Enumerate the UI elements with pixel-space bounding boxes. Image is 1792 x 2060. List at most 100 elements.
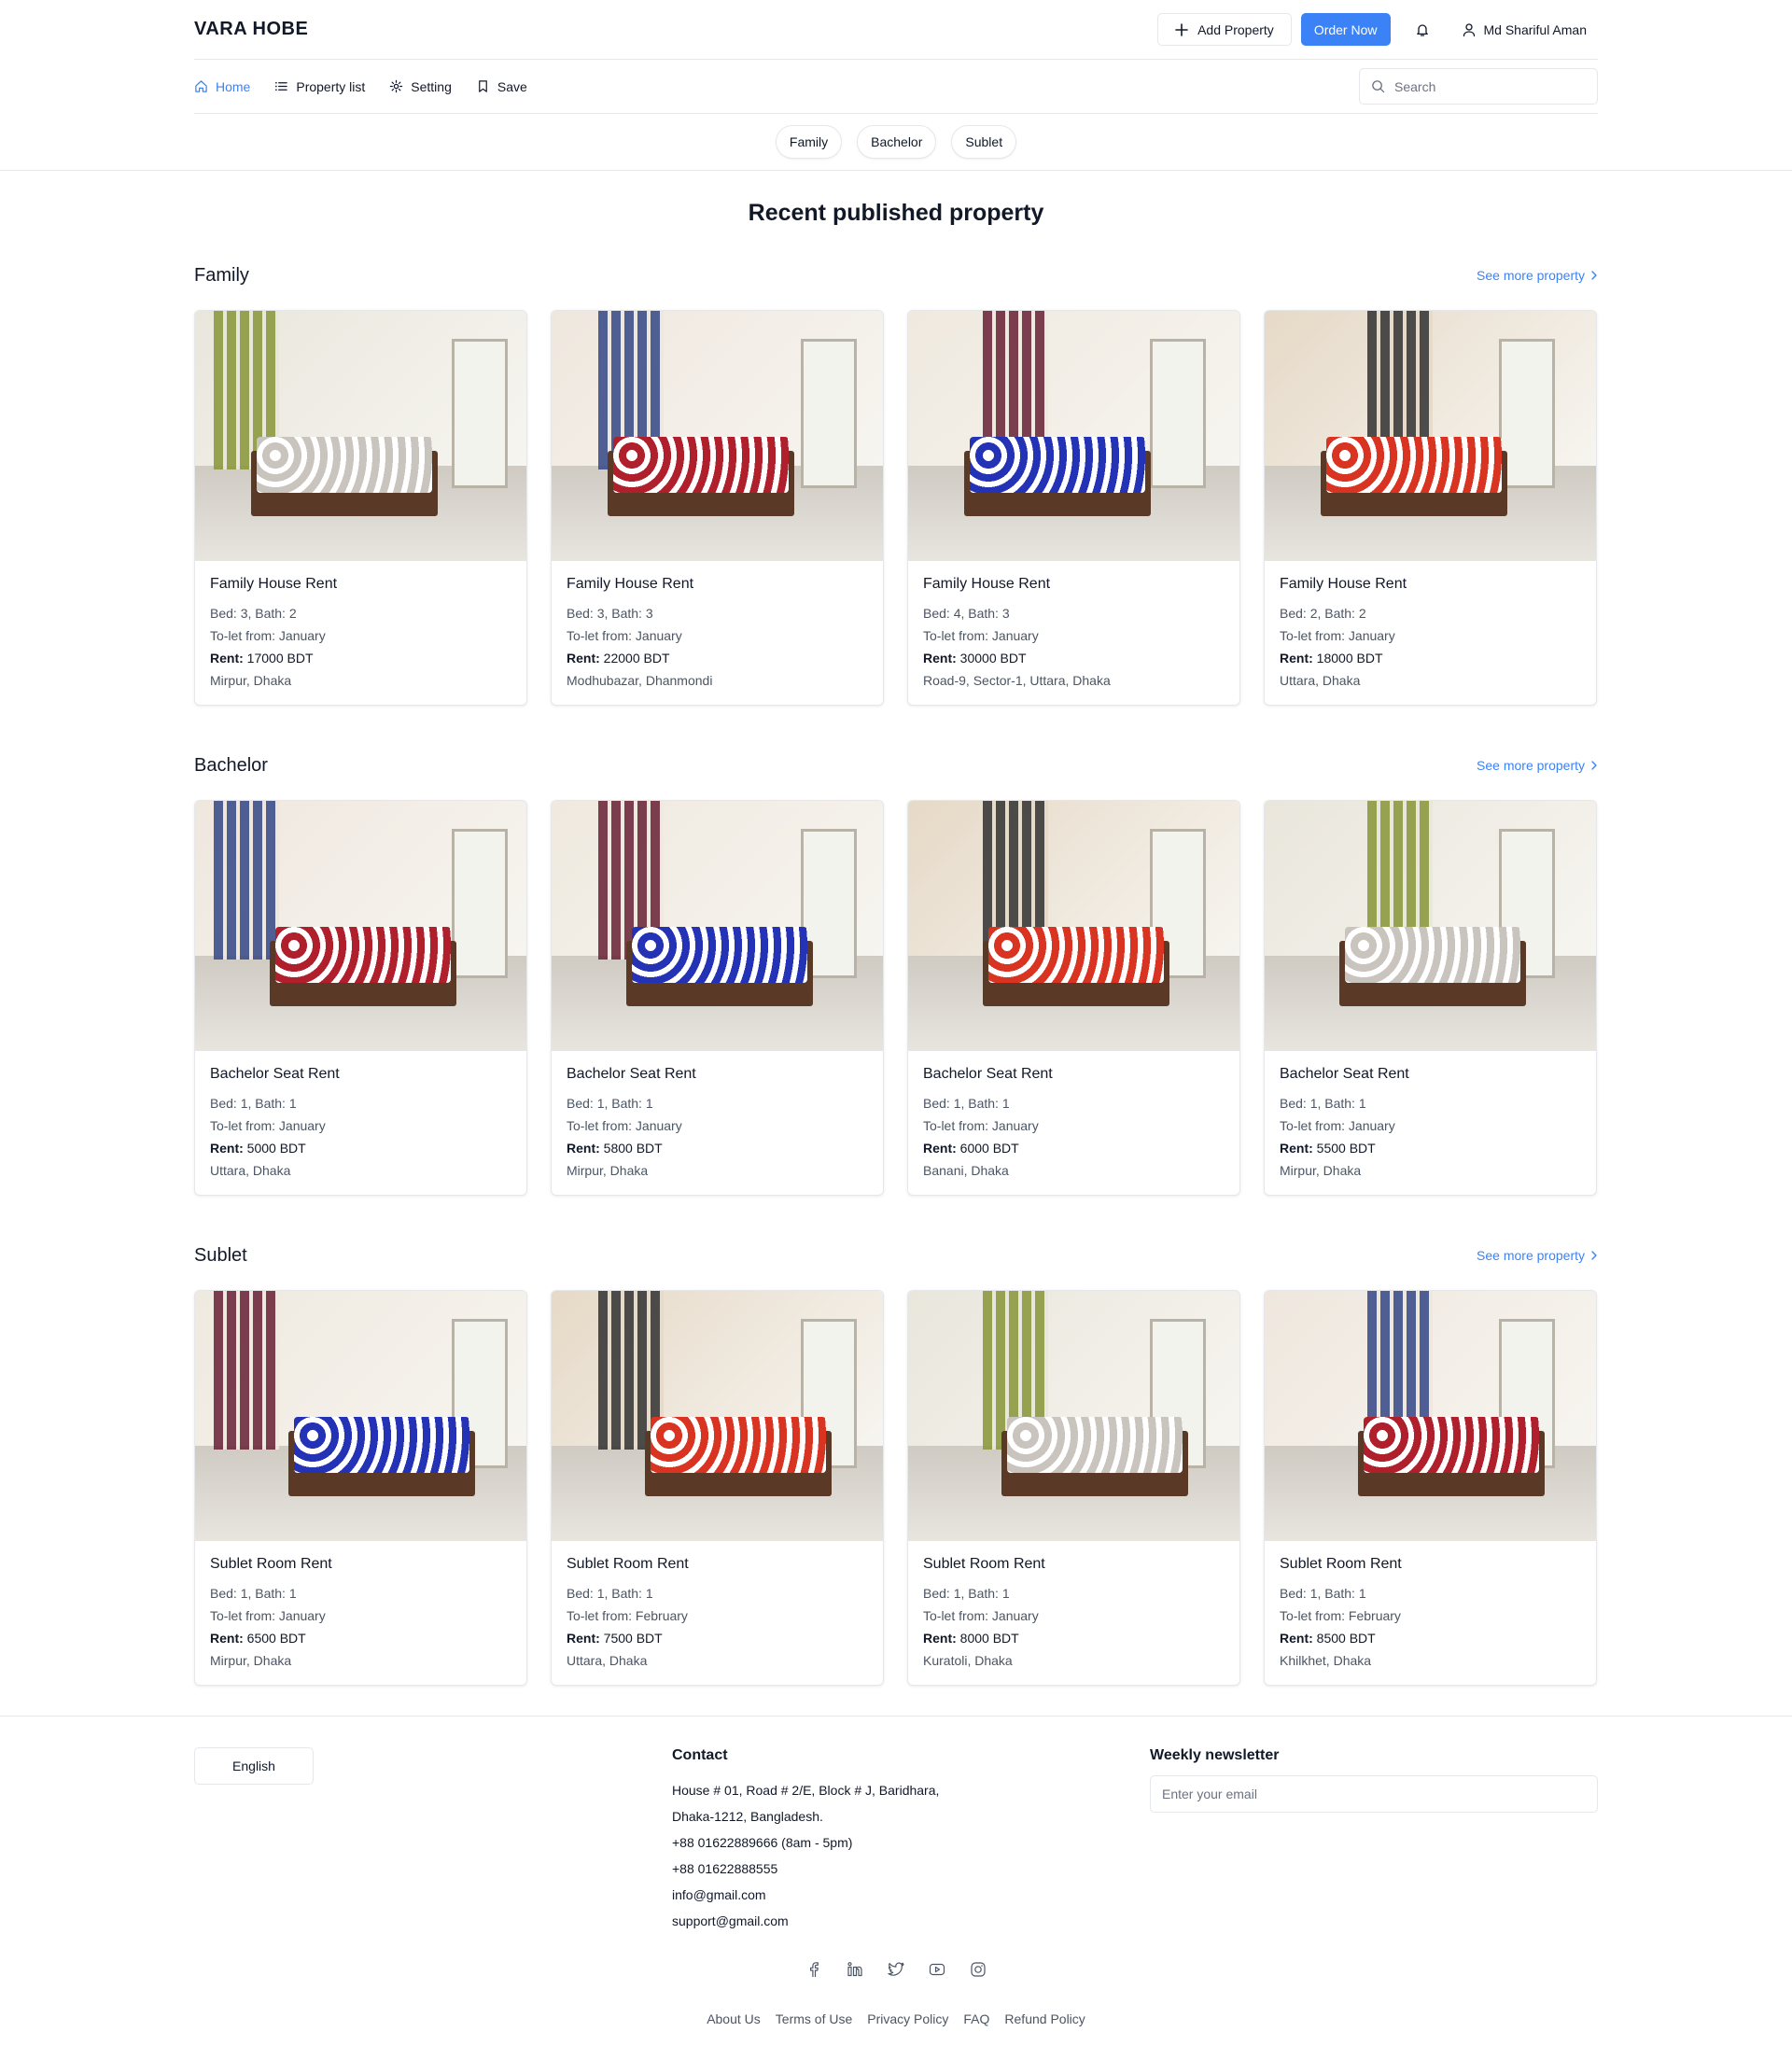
property-tolet-from: To-let from: January xyxy=(210,1608,326,1623)
property-photo[interactable] xyxy=(552,801,883,1051)
property-title[interactable]: Bachelor Seat Rent xyxy=(567,1066,868,1083)
language-selector[interactable]: English xyxy=(194,1747,314,1785)
chip-sublet[interactable]: Sublet xyxy=(951,125,1017,159)
contact-email-info[interactable]: info@gmail.com xyxy=(672,1882,939,1908)
property-card[interactable]: Family House Rent Bed: 3, Bath: 2 To-let f… xyxy=(194,310,527,706)
property-card[interactable]: Family House Rent Bed: 2, Bath: 2 To-let f… xyxy=(1264,310,1597,706)
user-menu[interactable]: Md Shariful Aman xyxy=(1462,22,1599,37)
footer-link-terms[interactable]: Terms of Use xyxy=(776,2011,852,2026)
property-title[interactable]: Family House Rent xyxy=(567,576,868,593)
footer-link-about[interactable]: About Us xyxy=(707,2011,761,2026)
main-nav: Home Property list Setting Save xyxy=(194,60,1598,114)
photo-bed xyxy=(613,437,789,493)
chip-bachelor[interactable]: Bachelor xyxy=(857,125,937,159)
property-photo[interactable] xyxy=(552,311,883,561)
instagram-link[interactable] xyxy=(969,1960,987,1979)
photo-bed xyxy=(988,927,1164,983)
notification-button[interactable] xyxy=(1404,13,1441,46)
search-input[interactable] xyxy=(1394,78,1572,94)
property-card[interactable]: Sublet Room Rent Bed: 1, Bath: 1 To-let fr… xyxy=(194,1290,527,1686)
photo-bed xyxy=(1007,1417,1183,1473)
bookmark-icon xyxy=(479,80,487,92)
property-bed-bath: Bed: 3, Bath: 3 xyxy=(567,606,653,621)
add-property-button[interactable]: Add Property xyxy=(1157,13,1292,46)
property-card[interactable]: Bachelor Seat Rent Bed: 1, Bath: 1 To-let … xyxy=(194,800,527,1196)
property-card[interactable]: Family House Rent Bed: 4, Bath: 3 To-let f… xyxy=(907,310,1240,706)
photo-bed xyxy=(1326,437,1502,493)
nav-item-setting[interactable]: Setting xyxy=(389,79,452,94)
chevron-right-icon xyxy=(1591,761,1597,770)
bell-icon xyxy=(1416,23,1428,36)
rent-value: 5800 BDT xyxy=(603,1141,663,1156)
see-more-link[interactable]: See more property xyxy=(1477,758,1598,773)
footer-link-privacy[interactable]: Privacy Policy xyxy=(867,2011,948,2026)
property-card[interactable]: Bachelor Seat Rent Bed: 1, Bath: 1 To-let … xyxy=(907,800,1240,1196)
newsletter-email-input[interactable] xyxy=(1150,1775,1598,1813)
chip-family[interactable]: Family xyxy=(775,125,843,159)
property-photo[interactable] xyxy=(195,311,526,561)
footer-link-faq[interactable]: FAQ xyxy=(963,2011,989,2026)
property-photo[interactable] xyxy=(1265,311,1596,561)
rent-value: 6500 BDT xyxy=(246,1631,306,1646)
contact-email-support[interactable]: support@gmail.com xyxy=(672,1908,939,1934)
property-photo[interactable] xyxy=(1265,801,1596,1051)
property-location: Uttara, Dhaka xyxy=(1280,673,1361,688)
property-title[interactable]: Bachelor Seat Rent xyxy=(1280,1066,1581,1083)
property-card[interactable]: Sublet Room Rent Bed: 1, Bath: 1 To-let fr… xyxy=(1264,1290,1597,1686)
card-body: Bachelor Seat Rent Bed: 1, Bath: 1 To-let … xyxy=(195,1051,526,1182)
youtube-link[interactable] xyxy=(928,1960,946,1979)
property-title[interactable]: Sublet Room Rent xyxy=(1280,1556,1581,1573)
brand-logo[interactable]: VARA HOBE xyxy=(194,19,308,40)
rent-label: Rent: xyxy=(567,1631,600,1646)
search-box[interactable] xyxy=(1359,68,1598,105)
property-title[interactable]: Bachelor Seat Rent xyxy=(210,1066,511,1083)
property-card[interactable]: Sublet Room Rent Bed: 1, Bath: 1 To-let fr… xyxy=(907,1290,1240,1686)
footer-link-refund[interactable]: Refund Policy xyxy=(1004,2011,1085,2026)
property-card[interactable]: Bachelor Seat Rent Bed: 1, Bath: 1 To-let … xyxy=(551,800,884,1196)
property-location: Road-9, Sector-1, Uttara, Dhaka xyxy=(923,673,1111,688)
newsletter-block: Weekly newsletter xyxy=(1150,1747,1598,1813)
instagram-icon xyxy=(971,1962,986,1977)
property-rent: Rent: 5000 BDT xyxy=(210,1137,511,1159)
property-title[interactable]: Family House Rent xyxy=(210,576,511,593)
property-title[interactable]: Sublet Room Rent xyxy=(210,1556,511,1573)
property-card[interactable]: Bachelor Seat Rent Bed: 1, Bath: 1 To-let … xyxy=(1264,800,1597,1196)
property-bed-bath: Bed: 1, Bath: 1 xyxy=(1280,1096,1366,1111)
property-card[interactable]: Family House Rent Bed: 3, Bath: 3 To-let f… xyxy=(551,310,884,706)
nav-item-property-list[interactable]: Property list xyxy=(274,79,365,94)
nav-item-save[interactable]: Save xyxy=(476,79,527,94)
property-photo[interactable] xyxy=(908,1291,1239,1541)
see-more-label: See more property xyxy=(1477,1248,1585,1263)
rent-value: 22000 BDT xyxy=(603,651,670,666)
property-photo[interactable] xyxy=(908,801,1239,1051)
property-photo[interactable] xyxy=(552,1291,883,1541)
property-photo[interactable] xyxy=(195,801,526,1051)
property-title[interactable]: Sublet Room Rent xyxy=(567,1556,868,1573)
property-location: Modhubazar, Dhanmondi xyxy=(567,673,713,688)
rent-value: 17000 BDT xyxy=(246,651,314,666)
rent-value: 18000 BDT xyxy=(1316,651,1383,666)
twitter-link[interactable] xyxy=(887,1960,905,1979)
property-title[interactable]: Family House Rent xyxy=(923,576,1225,593)
property-bed-bath: Bed: 1, Bath: 1 xyxy=(210,1586,297,1601)
property-photo[interactable] xyxy=(195,1291,526,1541)
property-bed-bath: Bed: 3, Bath: 2 xyxy=(210,606,297,621)
facebook-link[interactable] xyxy=(805,1960,823,1979)
property-card-row: Family House Rent Bed: 3, Bath: 2 To-let f… xyxy=(194,310,1598,706)
nav-item-home-label: Home xyxy=(216,78,251,94)
nav-item-home[interactable]: Home xyxy=(194,79,250,94)
property-photo[interactable] xyxy=(908,311,1239,561)
see-more-link[interactable]: See more property xyxy=(1477,268,1598,283)
property-title[interactable]: Family House Rent xyxy=(1280,576,1581,593)
rent-value: 5000 BDT xyxy=(246,1141,306,1156)
property-title[interactable]: Sublet Room Rent xyxy=(923,1556,1225,1573)
see-more-link[interactable]: See more property xyxy=(1477,1248,1598,1263)
property-card[interactable]: Sublet Room Rent Bed: 1, Bath: 1 To-let fr… xyxy=(551,1290,884,1686)
photo-bed xyxy=(651,1417,826,1473)
order-now-button[interactable]: Order Now xyxy=(1300,13,1391,46)
linkedin-link[interactable] xyxy=(846,1960,864,1979)
card-body: Family House Rent Bed: 4, Bath: 3 To-let f… xyxy=(908,561,1239,692)
contact-address-line-2: Dhaka-1212, Bangladesh. xyxy=(672,1809,823,1824)
property-photo[interactable] xyxy=(1265,1291,1596,1541)
property-title[interactable]: Bachelor Seat Rent xyxy=(923,1066,1225,1083)
